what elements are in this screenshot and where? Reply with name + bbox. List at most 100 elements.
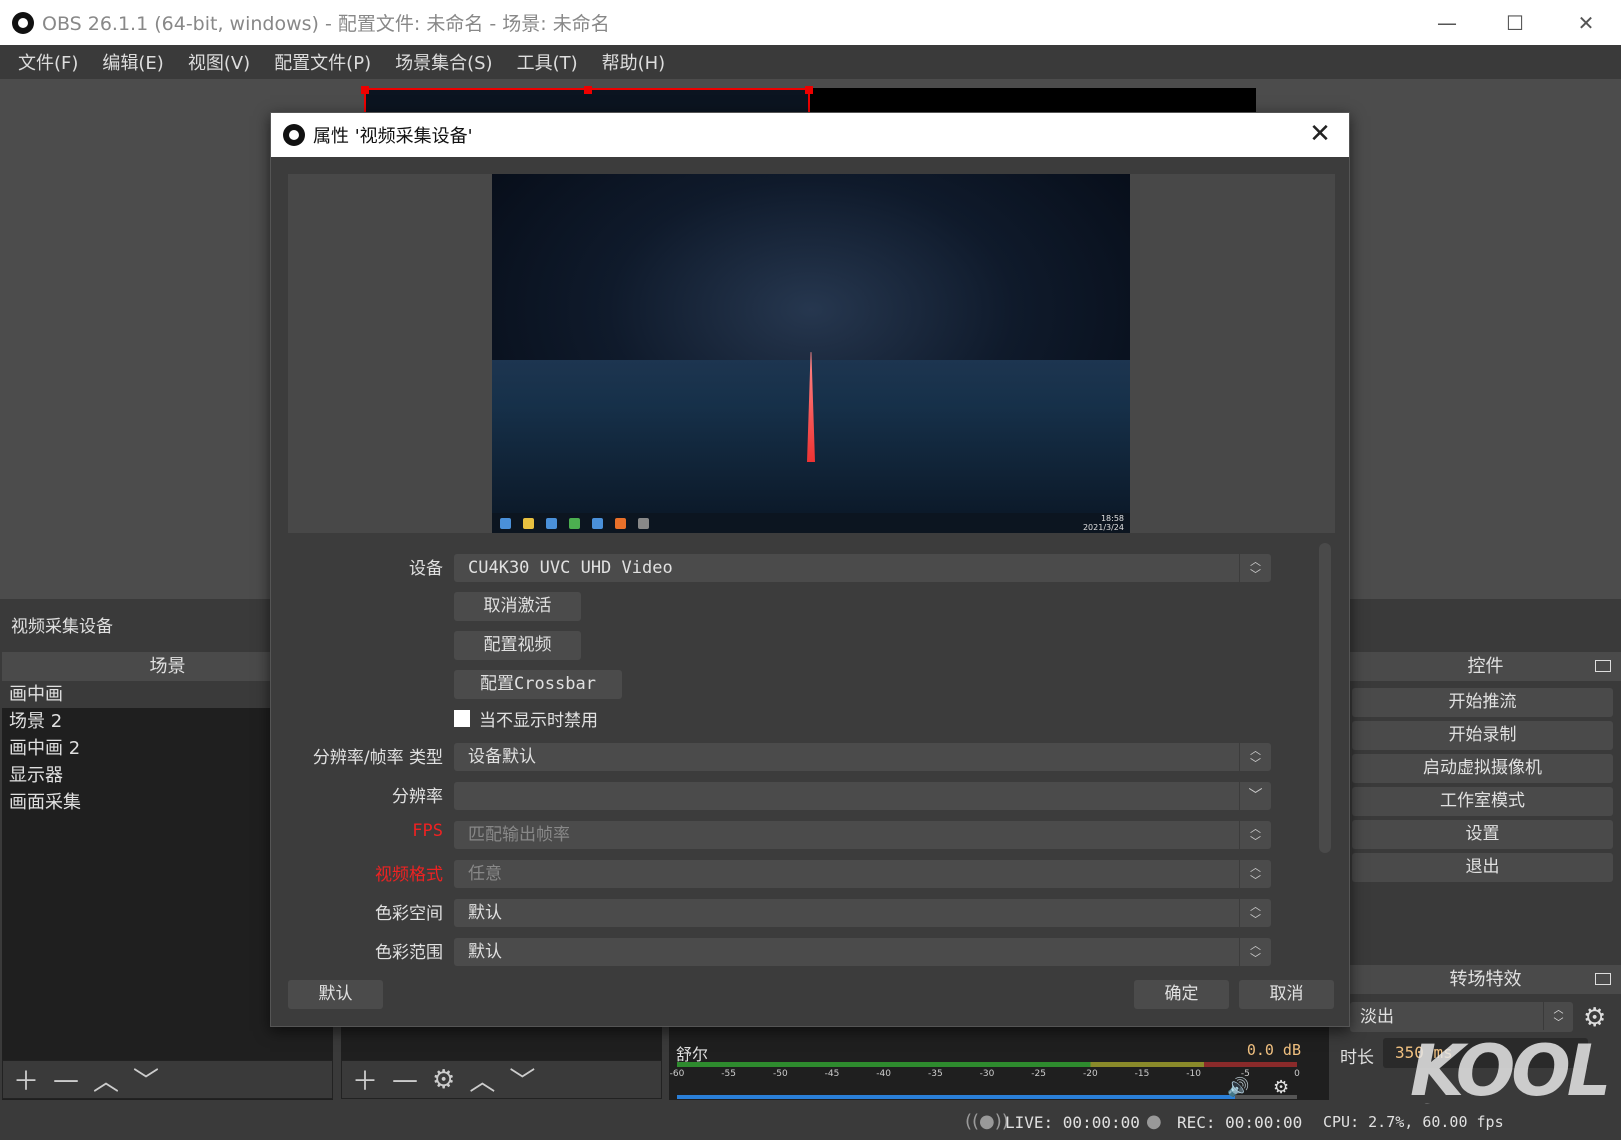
- meter-tick-label: -55: [721, 1069, 737, 1079]
- color-range-value: 默认: [468, 942, 502, 962]
- selected-source-label: 视频采集设备: [11, 617, 113, 637]
- dialog-title: 属性 '视频采集设备': [313, 126, 473, 147]
- meter-tick-label: -10: [1186, 1069, 1202, 1079]
- video-format-select[interactable]: 任意 ︿ ﹀: [454, 860, 1271, 888]
- add-icon[interactable]: ＋: [352, 1061, 378, 1098]
- device-value: CU4K30 UVC UHD Video: [468, 558, 673, 578]
- undock-icon[interactable]: [1595, 973, 1611, 985]
- video-format-label: 视频格式: [375, 865, 443, 885]
- add-icon[interactable]: ＋: [13, 1061, 39, 1098]
- obs-logo-icon: [12, 11, 34, 34]
- deactivate-when-hidden-checkbox[interactable]: 当不显示时禁用: [454, 706, 598, 731]
- start-virtual-camera-button[interactable]: 启动虚拟摄像机: [1352, 754, 1613, 783]
- obs-logo-icon: [283, 124, 305, 146]
- properties-form: 设备 CU4K30 UVC UHD Video ︿ ﹀ 取消激活 配置视频 配置Cr…: [271, 554, 1271, 966]
- audio-mixer: 舒尔 0.0 dB -60 -55 -50 -45 -40 -35 -30 -25 -20 -15…: [669, 1027, 1329, 1100]
- deactivate-button[interactable]: 取消激活: [454, 592, 581, 621]
- meter-tick-label: -60: [669, 1069, 685, 1079]
- menu-scene-collection[interactable]: 场景集合(S): [383, 49, 504, 75]
- close-button[interactable]: ✕: [1552, 0, 1620, 45]
- spin-icon: ︿ ﹀: [1239, 860, 1271, 888]
- resize-handle[interactable]: [805, 86, 813, 94]
- menu-file[interactable]: 文件(F): [6, 49, 90, 75]
- window-title: OBS 26.1.1 (64-bit, windows) - 配置文件: 未命名…: [42, 13, 610, 35]
- checkbox-box[interactable]: [454, 710, 470, 727]
- res-type-label: 分辨率/帧率 类型: [312, 748, 443, 768]
- device-select[interactable]: CU4K30 UVC UHD Video ︿ ﹀: [454, 554, 1271, 582]
- spin-icon: ︿ ﹀: [1239, 938, 1271, 966]
- checkbox-label: 当不显示时禁用: [479, 711, 598, 731]
- meter-tick-label: -20: [1082, 1069, 1098, 1079]
- exit-button[interactable]: 退出: [1352, 853, 1613, 882]
- defaults-button[interactable]: 默认: [288, 980, 383, 1009]
- resolution-select[interactable]: ﹀: [454, 782, 1271, 810]
- resize-handle[interactable]: [584, 86, 592, 94]
- taskbar-clock: 18:58: [1100, 514, 1124, 523]
- menu-tools[interactable]: 工具(T): [505, 49, 590, 75]
- move-down-icon[interactable]: ﹀: [133, 1061, 159, 1098]
- dialog-close-button[interactable]: ✕: [1305, 119, 1335, 149]
- menu-view[interactable]: 视图(V): [176, 49, 262, 75]
- volume-slider-fill: [677, 1095, 1235, 1099]
- ok-button[interactable]: 确定: [1134, 980, 1229, 1009]
- fps-select[interactable]: 匹配输出帧率 ︿ ﹀: [454, 821, 1271, 849]
- form-scrollbar[interactable]: [1319, 543, 1331, 853]
- resize-handle[interactable]: [361, 86, 369, 94]
- configure-crossbar-button[interactable]: 配置Crossbar: [454, 670, 622, 699]
- maximize-button[interactable]: ☐: [1481, 0, 1549, 45]
- cpu-fps: CPU: 2.7%, 60.00 fps: [1323, 1113, 1504, 1131]
- configure-video-button[interactable]: 配置视频: [454, 631, 581, 660]
- move-up-icon[interactable]: ︿: [93, 1061, 119, 1098]
- start-recording-button[interactable]: 开始录制: [1352, 721, 1613, 750]
- start-streaming-button[interactable]: 开始推流: [1352, 688, 1613, 717]
- volume-meter: [677, 1062, 1297, 1067]
- meter-tick-label: -45: [824, 1069, 840, 1079]
- move-down-icon[interactable]: ﹀: [509, 1061, 535, 1098]
- spin-icon: ︿ ﹀: [1543, 1002, 1573, 1030]
- transition-select[interactable]: 淡出 ︿ ﹀: [1350, 1002, 1573, 1032]
- move-up-icon[interactable]: ︿: [469, 1061, 495, 1098]
- meter-tick-label: -30: [979, 1069, 995, 1079]
- studio-mode-button[interactable]: 工作室模式: [1352, 787, 1613, 816]
- cancel-button[interactable]: 取消: [1239, 980, 1334, 1009]
- speaker-icon[interactable]: 🔊: [1227, 1077, 1249, 1098]
- undock-icon[interactable]: [1595, 660, 1611, 672]
- duration-label: 时长: [1340, 1048, 1374, 1068]
- color-range-select[interactable]: 默认 ︿ ﹀: [454, 938, 1271, 966]
- meter-tick-label: -50: [772, 1069, 788, 1079]
- menu-edit[interactable]: 编辑(E): [90, 49, 175, 75]
- transition-gear-icon[interactable]: ⚙: [1583, 1003, 1606, 1033]
- res-type-select[interactable]: 设备默认 ︿ ﹀: [454, 743, 1271, 771]
- meter-tick-label: -25: [1031, 1069, 1047, 1079]
- remove-icon[interactable]: —: [53, 1065, 79, 1095]
- gear-icon[interactable]: ⚙: [1273, 1077, 1289, 1098]
- record-icon: ●: [1146, 1111, 1162, 1132]
- res-type-value: 设备默认: [468, 747, 536, 767]
- minimize-button[interactable]: —: [1413, 0, 1481, 45]
- color-space-select[interactable]: 默认 ︿ ﹀: [454, 899, 1271, 927]
- meter-ticks: -60 -55 -50 -45 -40 -35 -30 -25 -20 -15 -10 -5 0: [670, 1069, 1300, 1083]
- volume-slider[interactable]: [677, 1095, 1297, 1099]
- meter-tick-label: -15: [1134, 1069, 1150, 1079]
- meter-tick-label: 0: [1294, 1069, 1300, 1079]
- spin-icon: ︿ ﹀: [1239, 821, 1271, 849]
- live-icon: ((●)): [965, 1111, 1009, 1132]
- rec-time: REC: 00:00:00: [1177, 1113, 1303, 1132]
- gear-icon[interactable]: ⚙: [432, 1065, 455, 1095]
- menu-help[interactable]: 帮助(H): [590, 49, 678, 75]
- transition-value: 淡出: [1360, 1007, 1394, 1027]
- video-format-value: 任意: [468, 864, 502, 884]
- color-space-label: 色彩空间: [375, 904, 443, 924]
- preview-image: [492, 174, 1130, 513]
- chevron-down-icon: ﹀: [1239, 782, 1271, 810]
- remove-icon[interactable]: —: [392, 1065, 418, 1095]
- preview-taskbar: 18:58 2021/3/24: [492, 513, 1130, 533]
- settings-button[interactable]: 设置: [1352, 820, 1613, 849]
- source-preview: 18:58 2021/3/24: [288, 174, 1335, 533]
- fps-label: FPS: [412, 821, 443, 841]
- color-space-value: 默认: [468, 903, 502, 923]
- sources-list: [341, 1027, 662, 1060]
- fps-value: 匹配输出帧率: [468, 825, 570, 845]
- menu-profile[interactable]: 配置文件(P): [262, 49, 383, 75]
- window-titlebar: OBS 26.1.1 (64-bit, windows) - 配置文件: 未命名…: [0, 0, 1621, 45]
